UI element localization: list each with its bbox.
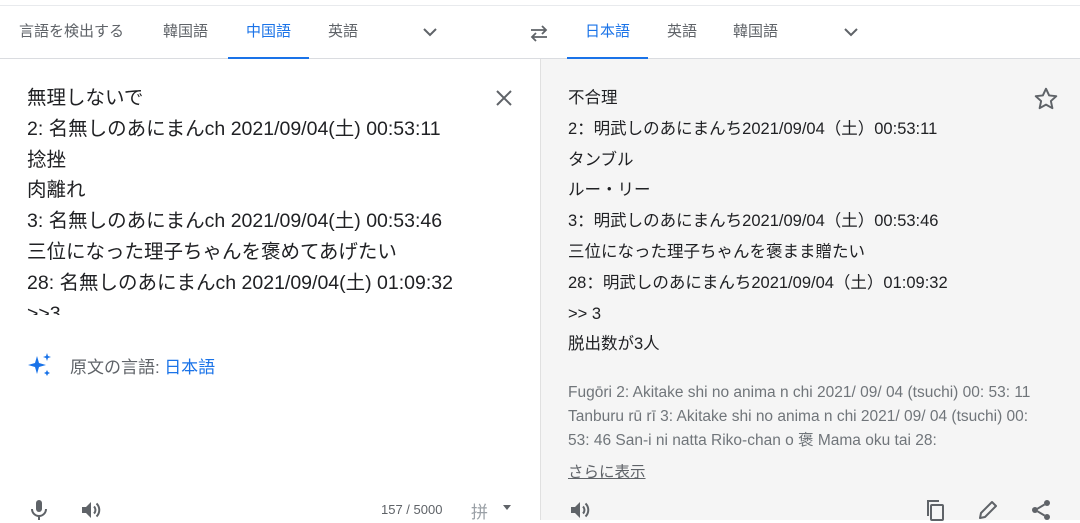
copy-icon[interactable] xyxy=(923,498,947,522)
translation-line: >> 3 xyxy=(568,304,602,323)
translation-line: 2：明武しのあにまんち2021/09/04（土）00:53:11 xyxy=(568,119,938,138)
language-bar: 言語を検出する 韓国語 中国語 英語 日本語 英語 韓国語 xyxy=(0,6,1080,59)
translation-line: 28：明武しのあにまんち2021/09/04（土）01:09:32 xyxy=(568,273,948,292)
source-line: 無理しないで xyxy=(27,87,144,109)
share-icon[interactable] xyxy=(1029,498,1053,522)
tab-source-chinese[interactable]: 中国語 xyxy=(227,6,310,59)
speaker-icon[interactable] xyxy=(568,498,592,522)
source-line: 三位になった理子ちゃんを褒めてあげたい xyxy=(27,240,397,263)
star-icon[interactable] xyxy=(1033,86,1059,112)
speaker-icon[interactable] xyxy=(79,498,103,522)
translation-line: 脱出数が3人 xyxy=(568,335,660,354)
detected-language: 原文の言語: 日本語 xyxy=(27,351,215,379)
translation-line: 3：明武しのあにまんち2021/09/04（土）00:53:46 xyxy=(568,212,939,231)
character-count: 157 / 5000 xyxy=(381,502,443,517)
translation-line: タンブル xyxy=(568,150,634,169)
translation-pane: 不合理 2：明武しのあにまんち2021/09/04（土）00:53:11 タンブ… xyxy=(540,59,1080,522)
tab-target-korean[interactable]: 韓国語 xyxy=(733,6,778,58)
translation-line: 不合理 xyxy=(568,89,618,107)
tab-source-english[interactable]: 英語 xyxy=(328,6,358,58)
sparkle-icon xyxy=(28,353,51,376)
chevron-down-icon[interactable] xyxy=(418,20,442,44)
tab-source-korean[interactable]: 韓国語 xyxy=(163,6,208,58)
source-line: 2: 名無しのあにまんch 2021/09/04(土) 00:53:11 xyxy=(27,117,441,140)
source-line: 肉離れ xyxy=(27,179,86,202)
translation-line: 三位になった理子ちゃんを褒まま贈たい xyxy=(568,242,865,261)
romanization-text: Fugōri 2: Akitake shi no anima n chi 202… xyxy=(568,384,1031,449)
close-icon[interactable] xyxy=(492,86,516,110)
input-method-button[interactable]: 拼 xyxy=(471,498,488,523)
source-line: 28: 名無しのあにまんch 2021/09/04(土) 01:09:32 xyxy=(27,271,453,294)
source-line: >>3 xyxy=(27,302,61,315)
show-more-link[interactable]: さらに表示 xyxy=(568,460,646,482)
chevron-down-icon[interactable] xyxy=(839,20,863,44)
source-text-input[interactable]: 無理しないで 2: 名無しのあにまんch 2021/09/04(土) 00:53… xyxy=(27,83,497,315)
tab-target-english[interactable]: 英語 xyxy=(667,6,697,58)
translation-output: 不合理 2：明武しのあにまんち2021/09/04（土）00:53:11 タンブ… xyxy=(568,83,1028,360)
detected-language-label: 原文の言語: xyxy=(70,357,160,377)
mic-icon[interactable] xyxy=(27,498,51,522)
source-line: 捻挫 xyxy=(27,148,67,171)
tab-target-japanese[interactable]: 日本語 xyxy=(566,6,649,59)
swap-icon[interactable] xyxy=(527,22,551,44)
source-pane: 無理しないで 2: 名無しのあにまんch 2021/09/04(土) 00:53… xyxy=(0,59,540,523)
translation-line: ルー・リー xyxy=(568,181,651,200)
input-method-dropdown-icon[interactable] xyxy=(503,505,511,510)
source-line: 3: 名無しのあにまんch 2021/09/04(土) 00:53:46 xyxy=(27,210,443,233)
tab-detect-language[interactable]: 言語を検出する xyxy=(19,6,124,58)
detected-language-link[interactable]: 日本語 xyxy=(164,353,215,378)
edit-icon[interactable] xyxy=(976,498,1000,522)
